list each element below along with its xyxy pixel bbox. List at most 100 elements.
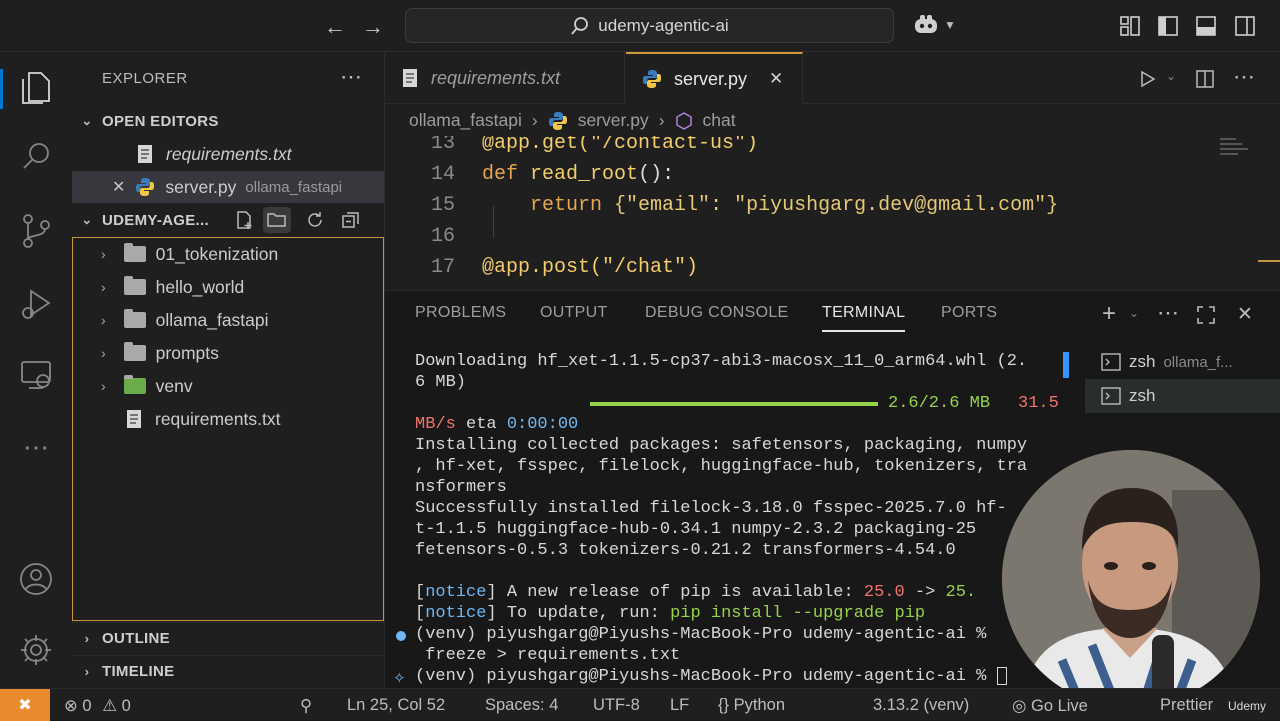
new-file-icon[interactable]	[234, 210, 254, 230]
indentation-status[interactable]: Spaces: 4	[485, 696, 558, 715]
explorer-activity[interactable]	[0, 63, 72, 113]
folder-icon	[123, 309, 146, 328]
refresh-icon[interactable]	[305, 210, 325, 230]
tree-folder-venv[interactable]: › venv	[101, 370, 193, 402]
breadcrumb-symbol[interactable]: chat	[703, 110, 736, 131]
problems-status[interactable]: ⊗ 0 ⚠ 0	[64, 696, 131, 716]
copilot-button[interactable]: ▼	[912, 13, 956, 37]
toggle-primary-sidebar-icon[interactable]	[1157, 15, 1179, 37]
terminal-line: freeze > requirements.txt	[415, 646, 681, 665]
timeline-header[interactable]: › TIMELINE	[72, 655, 385, 687]
minimap[interactable]	[1220, 138, 1250, 162]
chevron-down-icon: ⌄	[81, 212, 93, 227]
open-editors-header[interactable]: ⌄ OPEN EDITORS	[72, 105, 385, 137]
error-icon: ⊗	[64, 697, 78, 715]
tab-server[interactable]: server.py ✕	[626, 52, 803, 104]
customize-layout-icon[interactable]	[1119, 15, 1141, 37]
chevron-right-icon: ›	[101, 246, 106, 262]
more-actions-icon[interactable]: ⋯	[340, 64, 362, 90]
run-file-icon[interactable]	[1138, 70, 1156, 88]
search-activity[interactable]	[0, 131, 72, 181]
breadcrumb-file[interactable]: server.py	[578, 110, 649, 131]
tab-requirements[interactable]: requirements.txt	[385, 52, 625, 104]
more-icon[interactable]: ⋯	[0, 422, 72, 472]
remote-explorer-activity[interactable]	[0, 350, 72, 400]
tree-file-requirements[interactable]: requirements.txt	[125, 403, 280, 435]
more-actions-icon[interactable]: ⋯	[1233, 64, 1255, 90]
download-progress-bar	[590, 402, 878, 406]
text-file-icon	[136, 144, 154, 164]
tree-folder-prompts[interactable]: › prompts	[101, 337, 219, 369]
tree-folder-ollama-fastapi[interactable]: › ollama_fastapi	[101, 304, 269, 336]
terminal-cursor	[996, 666, 1007, 685]
close-icon[interactable]: ✕	[112, 177, 125, 197]
open-editor-requirements[interactable]: requirements.txt	[136, 138, 291, 170]
more-actions-icon[interactable]: ⋯	[1157, 300, 1179, 326]
chevron-down-icon: ▼	[944, 18, 956, 32]
remote-indicator[interactable]: ✖	[0, 689, 50, 721]
tab-debug-console[interactable]: DEBUG CONSOLE	[645, 304, 789, 322]
open-editor-server[interactable]: ✕ server.py ollama_fastapi	[72, 171, 384, 203]
back-icon[interactable]: ←	[324, 14, 346, 40]
new-terminal-icon[interactable]: +	[1102, 300, 1116, 328]
search-text: udemy-agentic-ai	[598, 15, 729, 35]
venv-folder-icon	[123, 375, 146, 394]
forward-icon[interactable]: →	[362, 14, 384, 40]
remote-explorer-icon	[21, 361, 51, 389]
command-center-search[interactable]: udemy-agentic-ai	[405, 8, 894, 43]
encoding-status[interactable]: UTF-8	[593, 696, 640, 715]
manage-activity[interactable]	[0, 625, 72, 675]
terminal-instance-1[interactable]: zsh ollama_f...	[1085, 345, 1280, 379]
new-folder-button[interactable]	[263, 207, 291, 233]
eol-status[interactable]: LF	[670, 696, 689, 715]
terminal-line: t-1.1.5 huggingface-hub-0.34.1 numpy-2.3…	[415, 520, 977, 539]
file-tree: › 01_tokenization › hello_world › ollama…	[72, 237, 384, 621]
go-live-status[interactable]: ◎ Go Live	[1012, 696, 1088, 716]
account-icon	[20, 563, 52, 595]
zoom-icon[interactable]: ⚲	[300, 696, 312, 716]
tab-problems[interactable]: PROBLEMS	[415, 304, 506, 322]
chevron-down-icon[interactable]: ⌄	[1166, 69, 1176, 83]
code-area[interactable]: 13 @app.get("/contact-us") 14 def read_roo…	[385, 136, 1280, 290]
gear-icon	[21, 635, 51, 665]
close-icon[interactable]: ✕	[1237, 303, 1253, 326]
chevron-right-icon: ›	[101, 279, 106, 295]
source-control-activity[interactable]	[0, 206, 72, 256]
explorer-sidebar: EXPLORER ⋯ ⌄ OPEN EDITORS requirements.t…	[72, 52, 385, 688]
collapse-all-icon[interactable]	[341, 210, 361, 230]
code-editor[interactable]: ollama_fastapi › server.py › chat 13 @app…	[385, 104, 1280, 290]
cursor-position[interactable]: Ln 25, Col 52	[347, 696, 445, 715]
toggle-panel-icon[interactable]	[1195, 15, 1217, 37]
python-interpreter[interactable]: 3.13.2 (venv)	[873, 696, 969, 715]
tab-output[interactable]: OUTPUT	[540, 304, 608, 322]
run-debug-icon	[22, 289, 51, 319]
tab-terminal[interactable]: TERMINAL	[822, 304, 906, 332]
outline-header[interactable]: › OUTLINE	[72, 622, 385, 654]
language-status[interactable]: {} Python	[718, 696, 785, 715]
prettier-status[interactable]: Prettier	[1160, 696, 1213, 715]
terminal-output[interactable]: Downloading hf_xet-1.1.5-cp37-abi3-macos…	[385, 341, 1075, 689]
progress-speed: 31.5	[1018, 394, 1059, 413]
terminal-icon	[1101, 387, 1121, 405]
terminal-instance-2[interactable]: zsh	[1085, 379, 1280, 413]
tree-folder-hello-world[interactable]: › hello_world	[101, 271, 244, 303]
sparkle-icon: ✧	[393, 670, 406, 687]
terminal-line: (venv) piyushgarg@Piyushs-MacBook-Pro ud…	[415, 625, 987, 644]
workspace-header[interactable]: ⌄ UDEMY-AGE...	[72, 204, 385, 236]
download-progress-fill	[590, 402, 878, 406]
code-line: 15 return {"email": "piyushgarg.dev@gmai…	[430, 194, 1059, 217]
chevron-right-icon: ›	[658, 110, 665, 130]
chevron-right-icon: ›	[101, 378, 106, 394]
terminal-prompt: (venv) piyushgarg@Piyushs-MacBook-Pro ud…	[415, 666, 1007, 687]
run-debug-activity[interactable]	[0, 279, 72, 329]
chevron-down-icon[interactable]: ⌄	[1129, 306, 1139, 320]
toggle-secondary-sidebar-icon[interactable]	[1234, 15, 1256, 37]
tab-ports[interactable]: PORTS	[941, 304, 997, 322]
split-editor-icon[interactable]	[1195, 69, 1215, 89]
maximize-panel-icon[interactable]	[1196, 305, 1216, 325]
close-icon[interactable]: ✕	[769, 69, 783, 89]
accounts-activity[interactable]	[0, 554, 72, 604]
terminal-scrollbar[interactable]	[1063, 352, 1069, 378]
tree-folder-01-tokenization[interactable]: › 01_tokenization	[101, 238, 278, 270]
breadcrumb-folder[interactable]: ollama_fastapi	[409, 110, 522, 131]
